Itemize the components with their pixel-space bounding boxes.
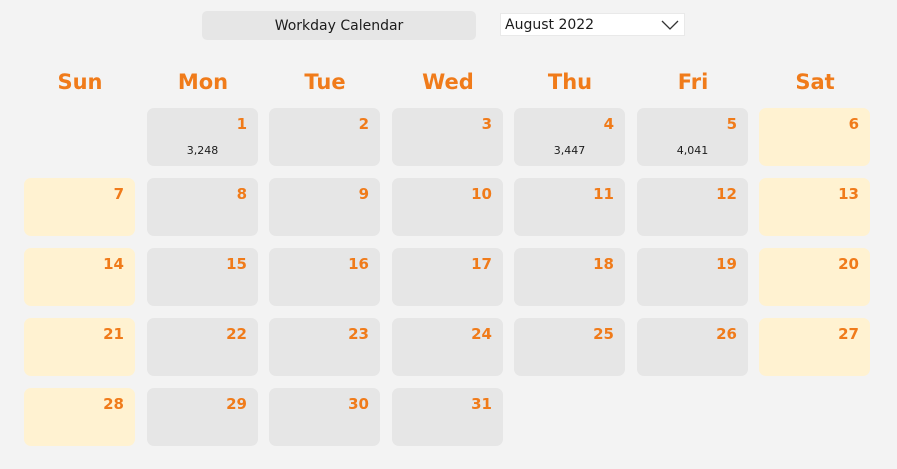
- day-cell-24[interactable]: 24: [392, 318, 503, 376]
- day-cell-26[interactable]: 26: [637, 318, 748, 376]
- day-number: 28: [103, 395, 124, 413]
- day-cell-22[interactable]: 22: [147, 318, 258, 376]
- day-cell-17[interactable]: 17: [392, 248, 503, 306]
- day-cell-29[interactable]: 29: [147, 388, 258, 446]
- day-cell-11[interactable]: 11: [514, 178, 625, 236]
- day-number: 1: [236, 115, 247, 133]
- day-value: 3,248: [186, 144, 219, 157]
- day-cell-27[interactable]: 27: [759, 318, 870, 376]
- day-number: 24: [471, 325, 492, 343]
- day-cell-4[interactable]: 4 3,447: [514, 108, 625, 166]
- day-number: 21: [103, 325, 124, 343]
- day-cell-18[interactable]: 18: [514, 248, 625, 306]
- day-cell-7[interactable]: 7: [24, 178, 135, 236]
- day-cell-12[interactable]: 12: [637, 178, 748, 236]
- day-number: 26: [716, 325, 737, 343]
- day-number: 31: [471, 395, 492, 413]
- day-cell-10[interactable]: 10: [392, 178, 503, 236]
- day-cell-23[interactable]: 23: [269, 318, 380, 376]
- weekday-label-thu: Thu: [547, 70, 593, 94]
- day-number: 20: [838, 255, 859, 273]
- day-number: 9: [358, 185, 369, 203]
- day-value: 4,041: [676, 144, 709, 157]
- day-number: 10: [471, 185, 492, 203]
- day-number: 14: [103, 255, 124, 273]
- day-cell-20[interactable]: 20: [759, 248, 870, 306]
- day-cell-14[interactable]: 14: [24, 248, 135, 306]
- weekday-label-wed: Wed: [422, 70, 474, 94]
- day-value: 3,447: [553, 144, 586, 157]
- day-cell-30[interactable]: 30: [269, 388, 380, 446]
- weekday-label-fri: Fri: [677, 70, 709, 94]
- day-number: 25: [593, 325, 614, 343]
- day-number: 23: [348, 325, 369, 343]
- day-number: 7: [113, 185, 124, 203]
- chevron-down-icon[interactable]: [660, 19, 680, 31]
- day-number: 13: [838, 185, 859, 203]
- day-number: 17: [471, 255, 492, 273]
- day-cell-21[interactable]: 21: [24, 318, 135, 376]
- day-number: 22: [226, 325, 247, 343]
- weekday-label-sat: Sat: [795, 70, 835, 94]
- day-number: 30: [348, 395, 369, 413]
- day-cell-19[interactable]: 19: [637, 248, 748, 306]
- day-number: 11: [593, 185, 614, 203]
- day-number: 12: [716, 185, 737, 203]
- day-cell-5[interactable]: 5 4,041: [637, 108, 748, 166]
- day-cell-28[interactable]: 28: [24, 388, 135, 446]
- day-number: 5: [726, 115, 737, 133]
- day-cell-25[interactable]: 25: [514, 318, 625, 376]
- weekday-label-sun: Sun: [57, 70, 103, 94]
- calendar-title-text: Workday Calendar: [274, 17, 404, 34]
- day-cell-1[interactable]: 1 3,248: [147, 108, 258, 166]
- day-number: 16: [348, 255, 369, 273]
- day-cell-13[interactable]: 13: [759, 178, 870, 236]
- day-number: 19: [716, 255, 737, 273]
- day-cell-16[interactable]: 16: [269, 248, 380, 306]
- day-number: 6: [848, 115, 859, 133]
- day-cell-31[interactable]: 31: [392, 388, 503, 446]
- day-number: 3: [481, 115, 492, 133]
- day-number: 4: [603, 115, 614, 133]
- day-cell-8[interactable]: 8: [147, 178, 258, 236]
- day-number: 2: [358, 115, 369, 133]
- day-number: 27: [838, 325, 859, 343]
- weekday-label-mon: Mon: [177, 70, 229, 94]
- day-cell-3[interactable]: 3: [392, 108, 503, 166]
- month-dropdown-value: August 2022: [505, 16, 595, 33]
- day-cell-6[interactable]: 6: [759, 108, 870, 166]
- day-cell-9[interactable]: 9: [269, 178, 380, 236]
- day-number: 15: [226, 255, 247, 273]
- day-number: 18: [593, 255, 614, 273]
- month-dropdown[interactable]: August 2022: [500, 13, 685, 36]
- day-cell-2[interactable]: 2: [269, 108, 380, 166]
- day-number: 29: [226, 395, 247, 413]
- calendar-title: Workday Calendar: [202, 11, 476, 40]
- day-cell-15[interactable]: 15: [147, 248, 258, 306]
- day-number: 8: [236, 185, 247, 203]
- weekday-label-tue: Tue: [304, 70, 346, 94]
